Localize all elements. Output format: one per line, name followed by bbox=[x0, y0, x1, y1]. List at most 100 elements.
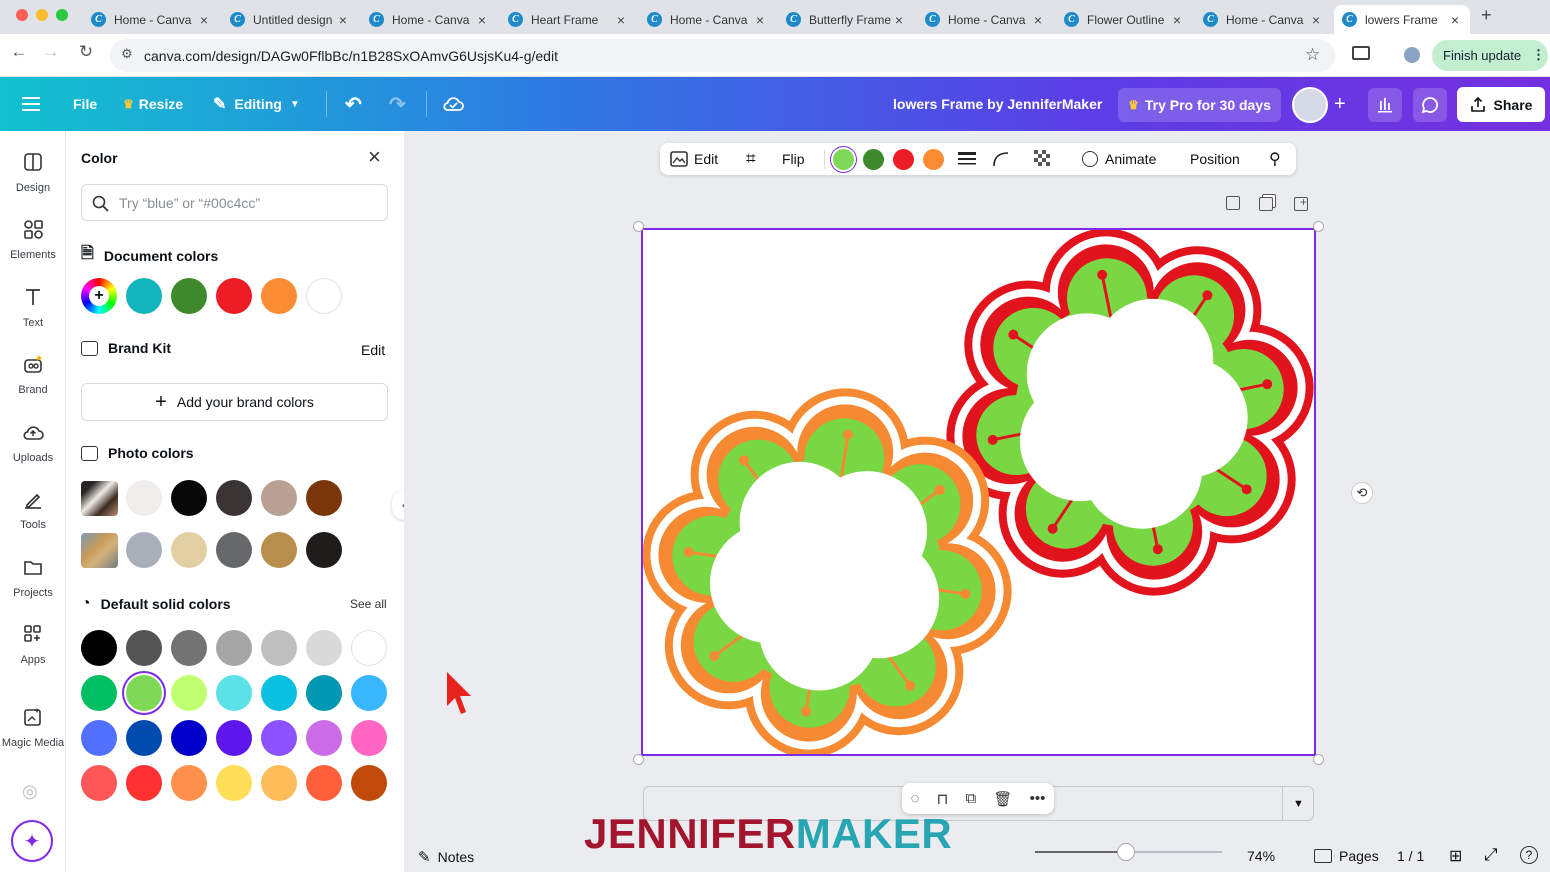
tab-close-icon[interactable]: × bbox=[1309, 12, 1323, 28]
user-avatar[interactable] bbox=[1292, 87, 1328, 123]
rail-item-uploads[interactable]: Uploads bbox=[0, 418, 66, 480]
lock-icon[interactable] bbox=[1226, 196, 1240, 210]
try-pro-button[interactable]: ♛ Try Pro for 30 days bbox=[1118, 88, 1281, 122]
site-settings-icon[interactable]: ⚙ bbox=[121, 46, 133, 62]
zoom-slider-track[interactable] bbox=[1035, 843, 1222, 861]
photo-color-swatch[interactable] bbox=[216, 532, 252, 568]
brand-kit-edit-link[interactable]: Edit bbox=[361, 342, 385, 358]
insights-icon[interactable] bbox=[1368, 88, 1402, 122]
default-color-swatch[interactable] bbox=[306, 630, 342, 666]
flower-frames-artwork[interactable] bbox=[642, 228, 1314, 758]
default-color-swatch[interactable] bbox=[351, 720, 387, 756]
resize-handle-br[interactable] bbox=[1313, 754, 1324, 765]
see-all-link[interactable]: See all bbox=[350, 597, 387, 611]
default-color-swatch[interactable] bbox=[261, 765, 297, 801]
default-color-swatch[interactable] bbox=[306, 675, 342, 711]
duplicate-icon[interactable]: ⧉ bbox=[966, 790, 977, 807]
position-button[interactable]: Position bbox=[1190, 143, 1240, 175]
default-color-swatch[interactable] bbox=[261, 675, 297, 711]
photo-color-swatch[interactable] bbox=[306, 532, 342, 568]
default-color-swatch[interactable] bbox=[351, 630, 387, 666]
fullscreen-icon[interactable]: ⤢ bbox=[1484, 845, 1498, 865]
share-button[interactable]: Share bbox=[1457, 87, 1545, 122]
default-color-swatch[interactable] bbox=[81, 630, 117, 666]
browser-tab[interactable]: C Home - Canva × bbox=[639, 5, 775, 34]
element-color-swatch[interactable] bbox=[833, 149, 854, 170]
color-search-input[interactable]: Try “blue” or “#00c4cc” bbox=[81, 184, 388, 221]
rail-item-design[interactable]: Design bbox=[0, 148, 66, 210]
menu-icon[interactable] bbox=[22, 77, 40, 131]
element-color-swatch[interactable] bbox=[923, 149, 944, 170]
photo-color-swatch[interactable] bbox=[261, 480, 297, 516]
tab-close-icon[interactable]: × bbox=[892, 12, 906, 28]
bookmark-star-icon[interactable]: ☆ bbox=[1305, 45, 1320, 65]
resize-handle-bl[interactable] bbox=[633, 754, 644, 765]
more-apps-icon[interactable]: ◎ bbox=[22, 781, 38, 802]
document-color-swatch[interactable] bbox=[126, 278, 162, 314]
photo-color-swatch[interactable] bbox=[171, 480, 207, 516]
browser-tab[interactable]: C Home - Canva × bbox=[361, 5, 497, 34]
photo-color-swatch[interactable] bbox=[171, 532, 207, 568]
default-color-swatch[interactable] bbox=[306, 765, 342, 801]
lock-page-icon[interactable]: ⊓ bbox=[937, 790, 949, 808]
animate-button[interactable]: Animate bbox=[1082, 143, 1156, 175]
document-color-swatch[interactable] bbox=[306, 278, 342, 314]
tab-close-icon[interactable]: × bbox=[1031, 12, 1045, 28]
add-color-button[interactable]: + bbox=[81, 278, 117, 314]
window-minimize-dot[interactable] bbox=[36, 9, 48, 21]
rail-item-tools[interactable]: Tools bbox=[0, 485, 66, 547]
rail-item-magic-media[interactable]: Magic Media bbox=[0, 703, 66, 765]
tab-close-icon[interactable]: × bbox=[475, 12, 489, 28]
tab-close-icon[interactable]: × bbox=[753, 12, 767, 28]
add-page-icon[interactable]: + bbox=[1294, 196, 1308, 211]
duplicate-page-icon[interactable] bbox=[1259, 197, 1273, 211]
crop-icon[interactable]: ⌗ bbox=[746, 143, 756, 175]
cloud-saved-icon[interactable] bbox=[442, 77, 464, 131]
pages-button[interactable]: Pages bbox=[1314, 848, 1379, 864]
border-style-icon[interactable] bbox=[958, 143, 976, 175]
browser-tab[interactable]: C Home - Canva × bbox=[83, 5, 219, 34]
default-color-swatch[interactable] bbox=[81, 675, 117, 711]
file-menu[interactable]: File bbox=[73, 77, 97, 131]
profile-avatar[interactable] bbox=[1402, 45, 1422, 65]
browser-tab[interactable]: C Home - Canva × bbox=[917, 5, 1053, 34]
comment-add-icon[interactable]: ◌ bbox=[911, 790, 920, 807]
browser-tab[interactable]: C Heart Frame × bbox=[500, 5, 636, 34]
default-color-swatch[interactable] bbox=[216, 675, 252, 711]
notes-button[interactable]: ✎ Notes bbox=[418, 848, 474, 866]
default-color-swatch[interactable] bbox=[81, 765, 117, 801]
rail-item-elements[interactable]: Elements bbox=[0, 215, 66, 277]
window-close-dot[interactable] bbox=[16, 9, 28, 21]
document-color-swatch[interactable] bbox=[216, 278, 252, 314]
default-color-swatch[interactable] bbox=[126, 720, 162, 756]
tab-close-icon[interactable]: × bbox=[336, 12, 350, 28]
photo-color-swatch[interactable] bbox=[261, 532, 297, 568]
photo-color-swatch[interactable] bbox=[216, 480, 252, 516]
default-color-swatch[interactable] bbox=[261, 720, 297, 756]
window-maximize-dot[interactable] bbox=[56, 9, 68, 21]
undo-icon[interactable]: ↶ bbox=[345, 77, 362, 131]
rotate-handle-icon[interactable]: ⟲ bbox=[1351, 482, 1373, 504]
red-flower-frame[interactable] bbox=[946, 228, 1314, 596]
photo-color-swatch[interactable] bbox=[126, 532, 162, 568]
tab-close-icon[interactable]: × bbox=[1448, 12, 1462, 28]
photo-color-swatch[interactable] bbox=[126, 480, 162, 516]
design-title[interactable]: lowers Frame by JenniferMaker bbox=[893, 77, 1102, 131]
resize-handle-tr[interactable] bbox=[1313, 221, 1324, 232]
default-color-swatch[interactable] bbox=[216, 765, 252, 801]
default-color-swatch[interactable] bbox=[171, 675, 207, 711]
photo-thumbnail-puppy[interactable] bbox=[81, 481, 118, 516]
default-color-swatch[interactable] bbox=[81, 720, 117, 756]
redo-icon[interactable]: ↷ bbox=[389, 77, 406, 131]
magic-assistant-icon[interactable]: ✦ bbox=[11, 820, 53, 862]
default-color-swatch[interactable] bbox=[171, 765, 207, 801]
default-color-swatch[interactable] bbox=[126, 765, 162, 801]
cast-icon[interactable] bbox=[1352, 46, 1370, 60]
rail-item-text[interactable]: Text bbox=[0, 283, 66, 345]
forward-icon[interactable]: → bbox=[40, 42, 62, 62]
tab-close-icon[interactable]: × bbox=[614, 12, 628, 28]
trash-icon[interactable]: 🗑 bbox=[993, 790, 1012, 808]
url-field[interactable]: ⚙ canva.com/design/DAGw0FflbBc/n1B28SxOA… bbox=[110, 39, 1335, 72]
element-color-swatch[interactable] bbox=[893, 149, 914, 170]
back-icon[interactable]: ← bbox=[8, 42, 30, 62]
